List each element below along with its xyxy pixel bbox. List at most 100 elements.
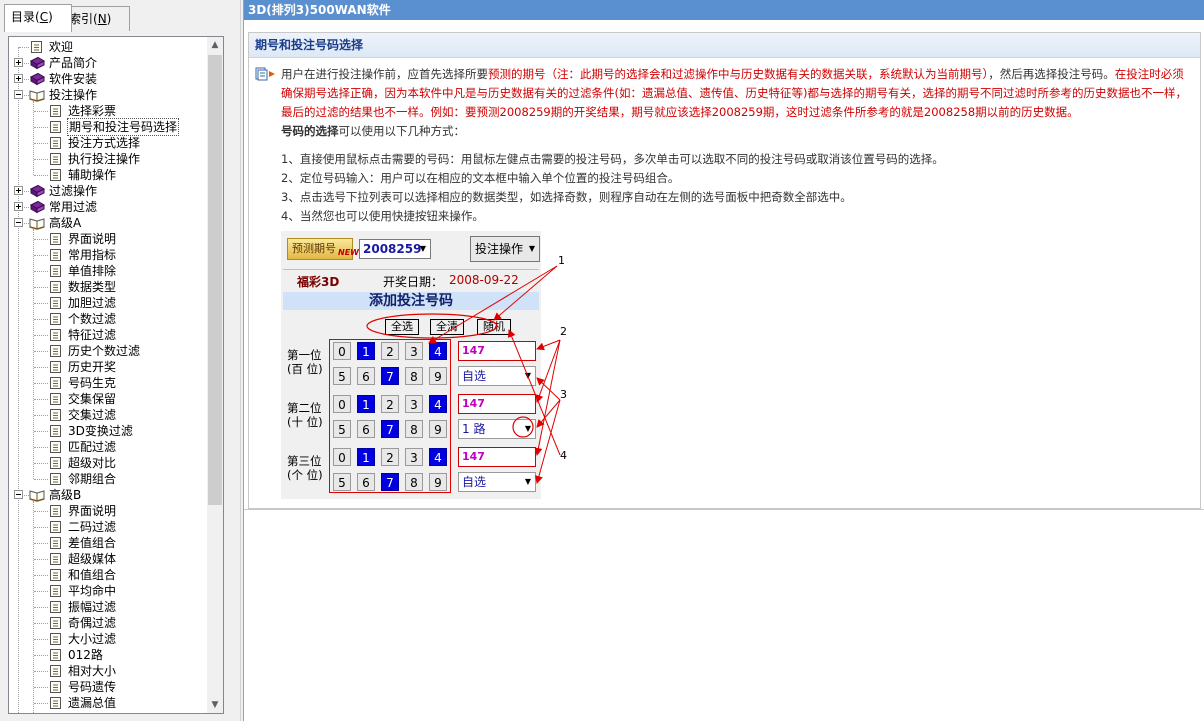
method-item-3: 3、点击选号下拉列表可以选择相应的数据类型，如选择奇数，则程序自动在左侧的选号面… <box>281 190 852 204</box>
tree-item-mod3-route[interactable]: 012路 <box>9 647 207 663</box>
chevron-down-icon: ▼ <box>524 371 531 380</box>
tree-item-label: 期号和投注号码选择 <box>66 118 180 136</box>
topic-page-icon <box>48 440 64 454</box>
topic-page-icon <box>48 296 64 310</box>
position-label: 第二位 (十 位) <box>287 401 323 429</box>
tree-item-amplitude-filter[interactable]: 振幅过滤 <box>9 599 207 615</box>
chevron-down-icon: ▼ <box>524 424 531 433</box>
draw-date-value: 2008-09-22 <box>449 273 519 287</box>
tree-item-banker-filter[interactable]: 加胆过滤 <box>9 295 207 311</box>
tree-item-two-code-filter[interactable]: 二码过滤 <box>9 519 207 535</box>
tab-index-key: N <box>97 12 107 26</box>
tree-item-label: 历史个数过滤 <box>68 344 141 358</box>
tree-item-label: 高级B <box>49 488 82 502</box>
tree-item-label: 遗漏总值 <box>68 696 117 710</box>
position-label-name: 第三位 <box>287 454 322 468</box>
tree-item-relative-size[interactable]: 相对大小 <box>9 663 207 679</box>
topic-page-icon <box>48 376 64 390</box>
tree-item-filter-ops[interactable]: 过滤操作 <box>9 183 207 199</box>
open-book-icon <box>29 88 45 102</box>
tree-item-common-filter[interactable]: 常用过滤 <box>9 199 207 215</box>
tree-item-hist-draws[interactable]: 历史开奖 <box>9 359 207 375</box>
tree-item-welcome[interactable]: 欢迎 <box>9 39 207 55</box>
selection-heading-rest: 可以使用以下几种方式： <box>338 124 466 138</box>
position-label: 第三位 (个 位) <box>287 454 323 482</box>
tree-item-3d-transform-filter[interactable]: 3D变换过滤 <box>9 423 207 439</box>
tree-item-bet-ops[interactable]: 投注操作 <box>9 87 207 103</box>
position-number-input: 147 <box>458 394 536 414</box>
tree-item-avg-hit[interactable]: 平均命中 <box>9 583 207 599</box>
collapse-minus-icon[interactable] <box>14 218 23 227</box>
position-number-input: 147 <box>458 447 536 467</box>
scroll-up-icon[interactable]: ▲ <box>207 37 223 53</box>
tree-item-count-filter[interactable]: 个数过滤 <box>9 311 207 327</box>
closed-book-icon <box>29 184 46 198</box>
tree-item-diff-combo[interactable]: 差值组合 <box>9 535 207 551</box>
tree-item-advanced-a[interactable]: 高级A <box>9 215 207 231</box>
tree-item-super-media[interactable]: 超级媒体 <box>9 551 207 567</box>
tree-item-label: 辅助操作 <box>68 168 117 182</box>
tree-item-match-filter[interactable]: 匹配过滤 <box>9 439 207 455</box>
tree-item-bet-mode-select[interactable]: 投注方式选择 <box>9 135 207 151</box>
topic-page-icon <box>48 104 64 118</box>
tree-item-intersect-keep[interactable]: 交集保留 <box>9 391 207 407</box>
tree-item-period-number-select[interactable]: 期号和投注号码选择 <box>9 118 207 136</box>
tree-item-feature-filter[interactable]: 特征过滤 <box>9 327 207 343</box>
contents-tree: 欢迎 产品简介 软件安装 投注操作 选择彩票 期号和投注号码选择 投注方式选择 执行投注操作辅… <box>9 37 207 713</box>
collapse-minus-icon[interactable] <box>14 490 23 499</box>
tree-item-label: 历史开奖 <box>68 360 117 374</box>
tree-item-label: 超级对比 <box>68 456 117 470</box>
tree-item-install[interactable]: 软件安装 <box>9 71 207 87</box>
tree-item-big-small-filter[interactable]: 大小过滤 <box>9 631 207 647</box>
tree-item-sum-combo[interactable]: 和值组合 <box>9 567 207 583</box>
scroll-thumb[interactable] <box>208 55 222 505</box>
tab-index-end: ) <box>106 12 112 26</box>
tree-item-common-index[interactable]: 常用指标 <box>9 247 207 263</box>
tree-item-number-inherit[interactable]: 号码遗传 <box>9 679 207 695</box>
tree-item-label: 振幅过滤 <box>68 600 117 614</box>
topic-page-icon <box>48 312 64 326</box>
tree-item-product-intro[interactable]: 产品简介 <box>9 55 207 71</box>
draw-date-label: 开奖日期： <box>383 275 444 289</box>
tree-item-label: 大小过滤 <box>68 632 117 646</box>
tab-index-label: 索引( <box>69 12 98 26</box>
predict-period-button: 预测期号 NEW! <box>287 238 363 260</box>
scroll-down-icon[interactable]: ▼ <box>207 697 223 713</box>
tree-item-label: 个数过滤 <box>68 312 117 326</box>
tree-item-omission-total[interactable]: 遗漏总值 <box>9 695 207 711</box>
position-label-place: (个 位) <box>287 468 323 482</box>
tree-item-number-relation[interactable]: 号码生克 <box>9 375 207 391</box>
add-numbers-title: 添加投注号码 <box>283 292 539 310</box>
topic-page-icon <box>48 696 64 710</box>
section-title: 期号和投注号码选择 <box>249 33 1200 58</box>
tree-item-label: 产品简介 <box>49 56 98 70</box>
expand-plus-icon[interactable] <box>14 186 23 195</box>
tree-scrollbar[interactable]: ▲ ▼ <box>207 37 223 713</box>
tree-item-advanced-b[interactable]: 高级B <box>9 487 207 503</box>
expand-plus-icon[interactable] <box>14 58 23 67</box>
tree-item-data-type[interactable]: 数据类型 <box>9 279 207 295</box>
collapse-minus-icon[interactable] <box>14 90 23 99</box>
tree-item-aux-ops[interactable]: 辅助操作 <box>9 167 207 183</box>
intro-text-red-1: 预测的期号（注：此期号的选择会和过滤操作中与历史数据有关的数据关联，系统默认为当… <box>488 67 989 81</box>
expand-plus-icon[interactable] <box>14 202 23 211</box>
period-value: 2008259 <box>363 242 422 256</box>
topic-page-icon <box>48 232 64 246</box>
closed-book-icon <box>29 72 46 86</box>
tree-item-execute-bet[interactable]: 执行投注操作 <box>9 151 207 167</box>
tab-index[interactable]: 索引(N) <box>62 6 130 31</box>
tree-item-single-exclude[interactable]: 单值排除 <box>9 263 207 279</box>
tree-item-ui-desc-b[interactable]: 界面说明 <box>9 503 207 519</box>
tree-item-hist-count-filter[interactable]: 历史个数过滤 <box>9 343 207 359</box>
tree-item-super-compare[interactable]: 超级对比 <box>9 455 207 471</box>
position-type-value: 自选 <box>462 475 487 489</box>
tree-item-choose-lottery[interactable]: 选择彩票 <box>9 103 207 119</box>
expand-plus-icon[interactable] <box>14 74 23 83</box>
tree-item-odd-even-filter[interactable]: 奇偶过滤 <box>9 615 207 631</box>
tree-item-ui-desc[interactable]: 界面说明 <box>9 231 207 247</box>
tab-contents[interactable]: 目录(C) <box>4 4 72 32</box>
tree-item-intersect-filter[interactable]: 交集过滤 <box>9 407 207 423</box>
select-all-button: 全选 <box>385 319 419 335</box>
tree-item-adjacent-combo[interactable]: 邻期组合 <box>9 471 207 487</box>
tree-item-label: 3D变换过滤 <box>68 424 133 438</box>
